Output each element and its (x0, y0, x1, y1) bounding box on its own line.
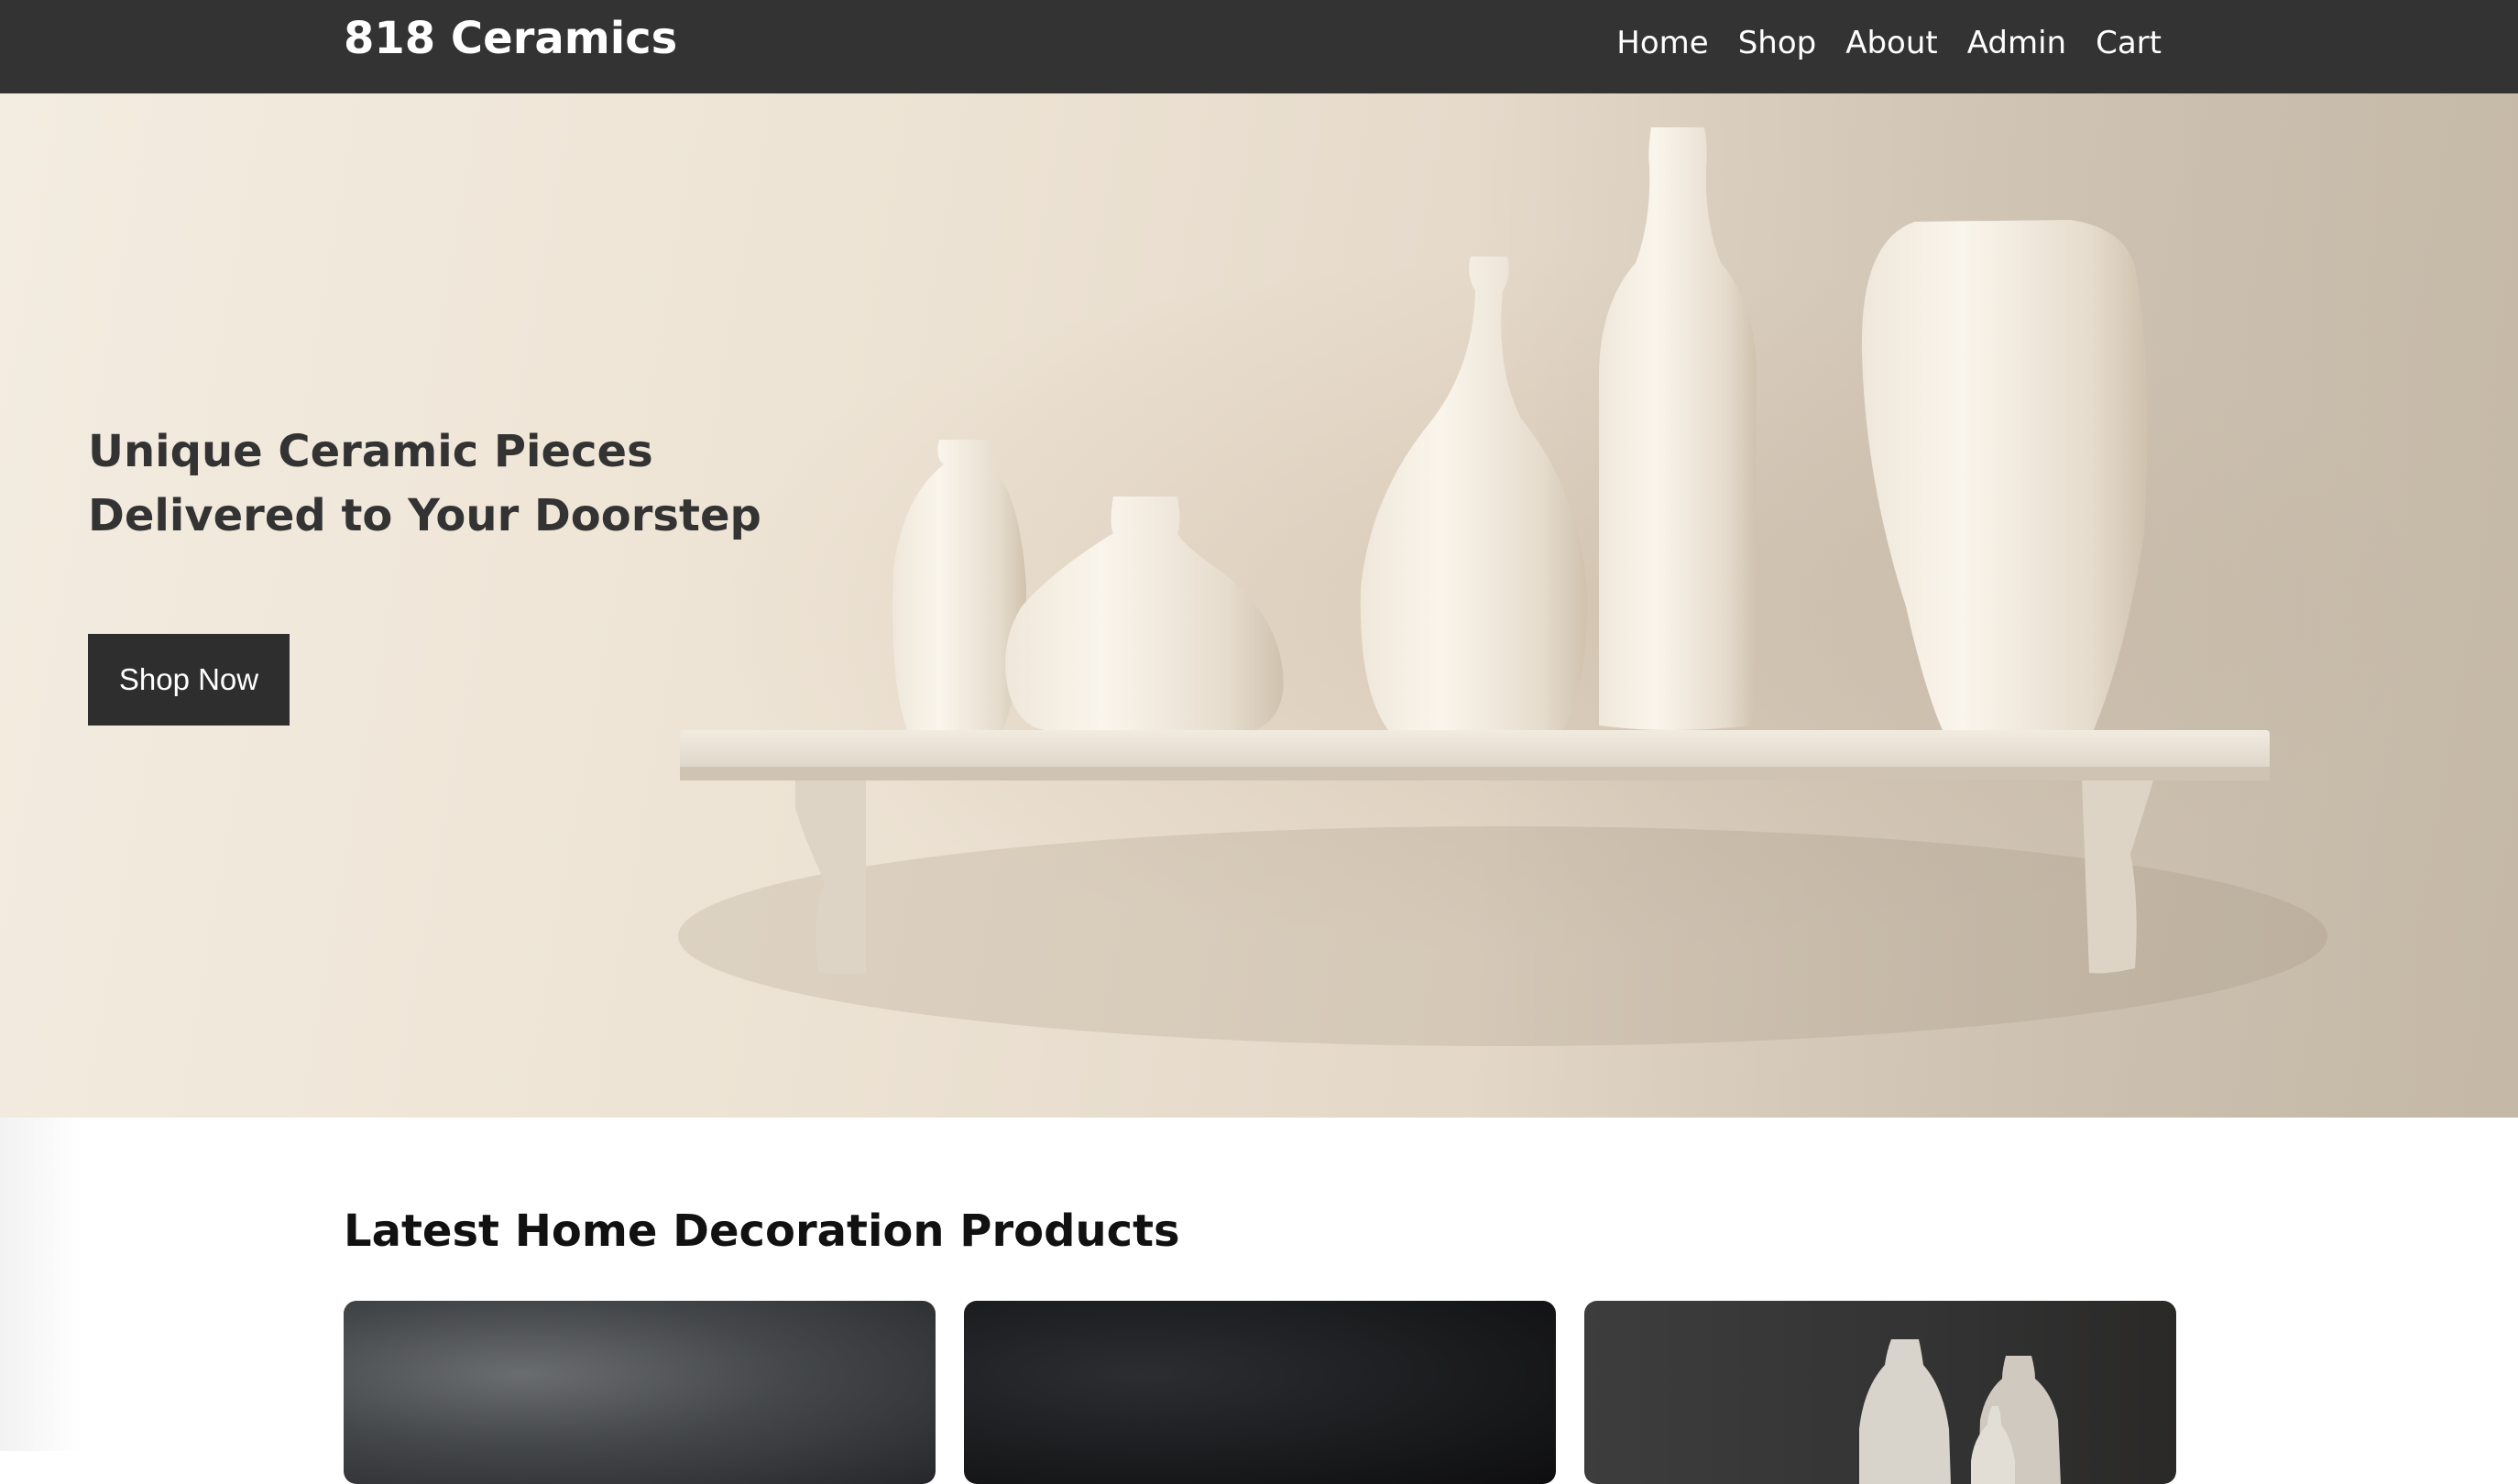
hero-image-vases-on-shelf (678, 93, 2518, 1118)
hero-title-line2: Delivered to Your Doorstep (88, 490, 761, 541)
nav-link-cart[interactable]: Cart (2096, 20, 2162, 66)
product-card[interactable] (1584, 1301, 2176, 1484)
hero-title: Unique Ceramic Pieces Delivered to Your … (88, 420, 803, 548)
product-card[interactable] (964, 1301, 1556, 1484)
nav-link-about[interactable]: About (1845, 20, 1938, 66)
product-image (344, 1301, 936, 1484)
navbar: 818 Ceramics Home Shop About Admin Cart (0, 0, 2518, 93)
latest-products-heading: Latest Home Decoration Products (344, 1206, 1180, 1257)
nav-links: Home Shop About Admin Cart (1616, 20, 2162, 66)
nav-link-admin[interactable]: Admin (1967, 20, 2066, 66)
left-edge-fade (0, 1118, 82, 1451)
hero-banner: Unique Ceramic Pieces Delivered to Your … (0, 93, 2518, 1118)
product-card[interactable] (344, 1301, 936, 1484)
nav-link-home[interactable]: Home (1616, 20, 1708, 66)
hero-title-line1: Unique Ceramic Pieces (88, 426, 653, 477)
product-image (964, 1301, 1556, 1484)
product-card-list (344, 1301, 2176, 1484)
shop-now-button[interactable]: Shop Now (88, 634, 290, 726)
brand-logo[interactable]: 818 Ceramics (344, 7, 677, 70)
nav-link-shop[interactable]: Shop (1738, 20, 1817, 66)
product-image-speckled-vases (1859, 1339, 2061, 1484)
